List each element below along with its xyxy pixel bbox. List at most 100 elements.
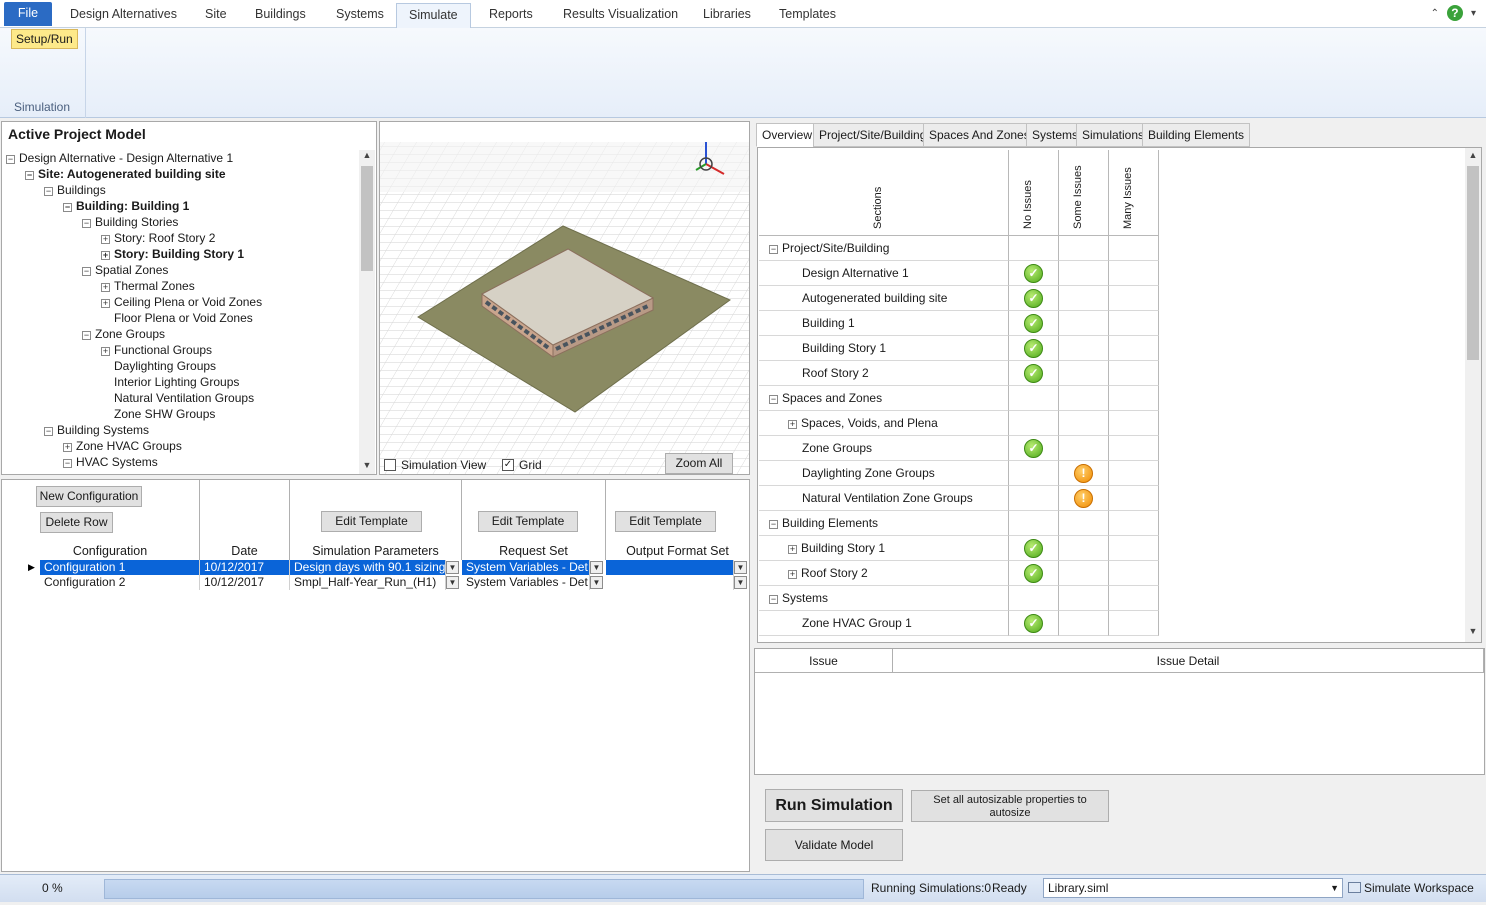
tab-simulations[interactable]: Simulations <box>1076 123 1151 147</box>
expand-icon[interactable]: + <box>788 570 797 579</box>
chevron-down-icon[interactable]: ▼ <box>590 561 603 574</box>
tree-item[interactable]: + Zone HVAC Groups <box>63 438 182 454</box>
scroll-thumb[interactable] <box>1467 166 1479 360</box>
tree-item[interactable]: + Functional Groups <box>101 342 212 358</box>
collapse-icon[interactable]: − <box>769 395 778 404</box>
checkbox-box[interactable] <box>384 459 396 471</box>
menu-tab-reports[interactable]: Reports <box>477 3 545 28</box>
overview-row[interactable]: Zone Groups ✓ <box>759 436 1159 461</box>
scroll-thumb[interactable] <box>361 166 373 271</box>
expand-icon[interactable]: + <box>63 443 72 452</box>
overview-row[interactable]: − Building Elements <box>759 511 1159 536</box>
workspace-label[interactable]: Simulate Workspace <box>1348 881 1474 895</box>
column-header-simulation-parameters[interactable]: Edit Template Simulation Parameters <box>290 480 462 560</box>
menu-tab-libraries[interactable]: Libraries <box>691 3 763 28</box>
checkbox-box[interactable]: ✓ <box>502 459 514 471</box>
output-format-set-cell[interactable] <box>606 560 734 575</box>
tree-item[interactable]: Interior Lighting Groups <box>101 374 239 390</box>
chevron-down-icon[interactable]: ▼ <box>734 576 747 589</box>
scroll-up-icon[interactable]: ▲ <box>359 150 375 164</box>
chevron-down-icon[interactable]: ▼ <box>446 576 459 589</box>
expand-icon[interactable]: + <box>101 251 110 260</box>
simulation-parameters-cell[interactable]: Smpl_Half-Year_Run_(H1) <box>290 575 446 590</box>
collapse-icon[interactable]: − <box>6 155 15 164</box>
library-select[interactable]: Library.siml ▼ <box>1043 878 1343 898</box>
simulation-view-checkbox[interactable]: Simulation View <box>384 458 486 472</box>
menu-tab-templates[interactable]: Templates <box>767 3 848 28</box>
grid-checkbox[interactable]: ✓ Grid <box>502 458 542 472</box>
column-header-issue[interactable]: Issue <box>755 649 893 673</box>
scroll-down-icon[interactable]: ▼ <box>1465 626 1481 640</box>
overview-row[interactable]: Building Story 1 ✓ <box>759 336 1159 361</box>
autosize-button[interactable]: Set all autosizable properties to autosi… <box>911 790 1109 822</box>
overview-row[interactable]: Roof Story 2 ✓ <box>759 361 1159 386</box>
tree-item[interactable]: Zone SHW Groups <box>101 406 215 422</box>
tree-item[interactable]: − Building Systems <box>44 422 149 438</box>
request-set-cell[interactable]: System Variables - Det… <box>462 560 590 575</box>
configuration-cell[interactable]: Configuration 1 <box>40 560 200 575</box>
overview-row[interactable]: + Building Story 1 ✓ <box>759 536 1159 561</box>
tree-item[interactable]: − Building: Building 1 <box>63 198 189 214</box>
column-header-output-format-set[interactable]: Edit Template Output Format Set <box>606 480 750 560</box>
overview-row[interactable]: Design Alternative 1 ✓ <box>759 261 1159 286</box>
menu-tab-simulate[interactable]: Simulate <box>396 3 471 29</box>
tree-item[interactable]: − Spatial Zones <box>82 262 168 278</box>
new-configuration-button[interactable]: New Configuration <box>36 486 142 507</box>
expand-icon[interactable]: + <box>101 347 110 356</box>
chevron-down-icon[interactable]: ▾ <box>1471 8 1476 19</box>
expand-icon[interactable]: + <box>101 235 110 244</box>
scroll-down-icon[interactable]: ▼ <box>359 460 375 474</box>
edit-template-button[interactable]: Edit Template <box>321 511 422 532</box>
chevron-down-icon[interactable]: ▼ <box>446 561 459 574</box>
expand-icon[interactable]: + <box>101 283 110 292</box>
tree-item[interactable]: − Design Alternative - Design Alternative… <box>6 150 233 166</box>
edit-template-button[interactable]: Edit Template <box>478 511 578 532</box>
table-row[interactable]: ▶ Configuration 1 10/12/2017 Design days… <box>12 560 750 575</box>
collapse-icon[interactable]: − <box>63 459 72 468</box>
overview-scrollbar[interactable]: ▲ ▼ <box>1465 148 1481 642</box>
tab-spaces-and-zones[interactable]: Spaces And Zones <box>923 123 1036 147</box>
edit-template-button[interactable]: Edit Template <box>615 511 716 532</box>
tree-item[interactable]: Daylighting Groups <box>101 358 216 374</box>
tree-item[interactable]: + Thermal Zones <box>101 278 195 294</box>
request-set-cell[interactable]: System Variables - Det… <box>462 575 590 590</box>
tree-item[interactable]: − HVAC Systems <box>63 454 158 470</box>
menu-tab-systems[interactable]: Systems <box>324 3 396 28</box>
collapse-icon[interactable]: − <box>82 267 91 276</box>
menu-tab-design-alternatives[interactable]: Design Alternatives <box>58 3 189 28</box>
tree-item[interactable]: − Buildings <box>44 182 106 198</box>
tree-item[interactable]: − Site: Autogenerated building site <box>25 166 226 182</box>
minimize-ribbon-icon[interactable]: ⌃ <box>1431 8 1439 19</box>
tab-project-site-building[interactable]: Project/Site/Building <box>813 123 933 147</box>
validate-model-button[interactable]: Validate Model <box>765 829 903 861</box>
tree-item[interactable]: − Zone Groups <box>82 326 165 342</box>
tree-item[interactable]: + Ceiling Plena or Void Zones <box>101 294 262 310</box>
scroll-up-icon[interactable]: ▲ <box>1465 150 1481 164</box>
collapse-icon[interactable]: − <box>44 187 53 196</box>
menu-tab-buildings[interactable]: Buildings <box>243 3 318 28</box>
collapse-icon[interactable]: − <box>82 219 91 228</box>
tree-item[interactable]: + Story: Roof Story 2 <box>101 230 215 246</box>
overview-row[interactable]: − Project/Site/Building <box>759 236 1159 261</box>
overview-row[interactable]: Daylighting Zone Groups! <box>759 461 1159 486</box>
tree-item[interactable]: + Story: Building Story 1 <box>101 246 244 262</box>
collapse-icon[interactable]: − <box>25 171 34 180</box>
table-row[interactable]: Configuration 2 10/12/2017 Smpl_Half-Yea… <box>12 575 750 590</box>
help-icon[interactable]: ? <box>1446 5 1463 21</box>
overview-row[interactable]: + Roof Story 2 ✓ <box>759 561 1159 586</box>
column-header-configuration[interactable]: New Configuration Delete Row Configurati… <box>21 480 200 560</box>
expand-icon[interactable]: + <box>788 420 797 429</box>
tree-item[interactable]: Natural Ventilation Groups <box>101 390 254 406</box>
menu-tab-site[interactable]: Site <box>193 3 239 28</box>
simulation-parameters-cell[interactable]: Design days with 90.1 sizing… <box>290 560 446 575</box>
chevron-down-icon[interactable]: ▼ <box>734 561 747 574</box>
column-header-request-set[interactable]: Edit Template Request Set <box>462 480 606 560</box>
configuration-cell[interactable]: Configuration 2 <box>40 575 200 590</box>
chevron-down-icon[interactable]: ▼ <box>1330 879 1339 897</box>
overview-row[interactable]: Zone HVAC Group 1 ✓ <box>759 611 1159 636</box>
overview-row[interactable]: + Spaces, Voids, and Plena <box>759 411 1159 436</box>
menu-tab-results-visualization[interactable]: Results Visualization <box>551 3 690 28</box>
overview-row[interactable]: Autogenerated building site ✓ <box>759 286 1159 311</box>
collapse-icon[interactable]: − <box>44 427 53 436</box>
tree-item[interactable]: − Building Stories <box>82 214 178 230</box>
